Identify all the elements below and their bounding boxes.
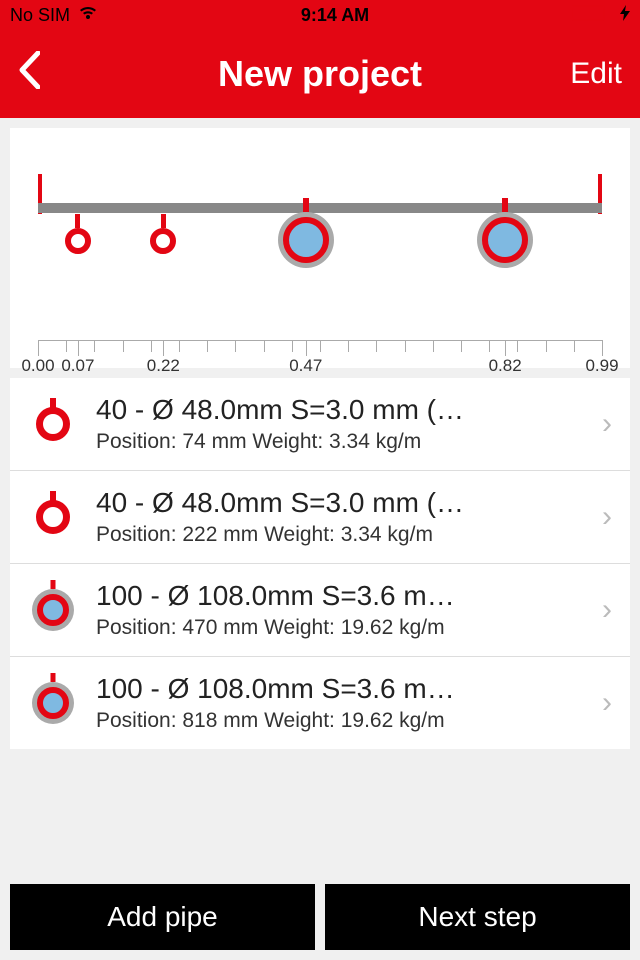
battery-icon — [572, 5, 612, 26]
axis-tick-major — [38, 340, 39, 356]
axis-tick — [517, 340, 518, 352]
add-pipe-button[interactable]: Add pipe — [10, 884, 315, 950]
chevron-right-icon: › — [602, 407, 612, 441]
pipe-stem — [161, 214, 166, 228]
status-bar: No SIM 9:14 AM — [0, 0, 640, 30]
pipe-stem — [303, 198, 309, 212]
charging-icon — [620, 5, 630, 26]
pipe-stem — [75, 214, 80, 228]
next-step-button[interactable]: Next step — [325, 884, 630, 950]
axis-tick — [207, 340, 208, 352]
navbar: New project Edit — [0, 30, 640, 118]
pipe-marker[interactable] — [65, 214, 91, 254]
pipe-list: 40 - Ø 48.0mm S=3.0 mm (… Position: 74 mm… — [10, 378, 630, 749]
chevron-right-icon: › — [602, 593, 612, 627]
axis-tick — [94, 340, 95, 352]
axis-tick — [574, 340, 575, 352]
chevron-right-icon: › — [602, 686, 612, 720]
pipe-row-title: 40 - Ø 48.0mm S=3.0 mm (… — [96, 394, 592, 426]
bottom-bar: Add pipe Next step — [0, 874, 640, 960]
axis-tick — [151, 340, 152, 352]
pipe-stem — [502, 198, 508, 212]
axis-tick — [405, 340, 406, 352]
pipe-small-icon — [28, 500, 78, 534]
pipe-marker[interactable] — [278, 198, 334, 268]
axis-tick — [235, 340, 236, 352]
axis-tick-label: 0.07 — [61, 356, 94, 376]
pipe-row-subtitle: Position: 74 mm Weight: 3.34 kg/m — [96, 430, 592, 454]
pipe-row[interactable]: 40 - Ø 48.0mm S=3.0 mm (… Position: 74 mm… — [10, 378, 630, 471]
axis-tick — [66, 340, 67, 352]
axis-tick-major — [505, 340, 506, 356]
wifi-icon — [78, 5, 98, 26]
pipe-row-subtitle: Position: 818 mm Weight: 19.62 kg/m — [96, 709, 592, 733]
axis-tick — [546, 340, 547, 352]
clock-label: 9:14 AM — [301, 5, 369, 26]
pipe-row-title: 100 - Ø 108.0mm S=3.6 m… — [96, 673, 592, 705]
pipe-row[interactable]: 100 - Ø 108.0mm S=3.6 m… Position: 470 mm… — [10, 564, 630, 657]
axis-tick — [264, 340, 265, 352]
axis-tick — [348, 340, 349, 352]
pipe-row-text: 100 - Ø 108.0mm S=3.6 m… Position: 470 mm… — [96, 580, 592, 640]
axis-tick-major — [78, 340, 79, 356]
back-button[interactable] — [18, 51, 40, 97]
axis-tick — [376, 340, 377, 352]
pipe-marker[interactable] — [150, 214, 176, 254]
axis-tick — [320, 340, 321, 352]
page-title: New project — [0, 53, 640, 95]
pipe-row[interactable]: 40 - Ø 48.0mm S=3.0 mm (… Position: 222 m… — [10, 471, 630, 564]
axis-tick-major — [602, 340, 603, 356]
pipe-large-icon — [28, 682, 78, 724]
axis-tick — [179, 340, 180, 352]
pipe-row-subtitle: Position: 222 mm Weight: 3.34 kg/m — [96, 523, 592, 547]
carrier-label: No SIM — [10, 5, 70, 26]
pipe-large-icon — [28, 589, 78, 631]
pipe-row[interactable]: 100 - Ø 108.0mm S=3.6 m… Position: 818 mm… — [10, 657, 630, 749]
chevron-right-icon: › — [602, 500, 612, 534]
edit-button[interactable]: Edit — [570, 57, 622, 91]
pipe-position-chart: 0.000.070.220.470.820.99 — [10, 128, 630, 368]
pipe-ring — [283, 217, 329, 263]
pipe-ring — [150, 228, 176, 254]
pipe-marker[interactable] — [477, 198, 533, 268]
pipe-ring-outer — [477, 212, 533, 268]
pipe-row-text: 40 - Ø 48.0mm S=3.0 mm (… Position: 222 m… — [96, 487, 592, 547]
pipe-row-title: 100 - Ø 108.0mm S=3.6 m… — [96, 580, 592, 612]
pipe-row-text: 40 - Ø 48.0mm S=3.0 mm (… Position: 74 mm… — [96, 394, 592, 454]
axis-tick — [123, 340, 124, 352]
axis-tick-label: 0.99 — [585, 356, 618, 376]
axis-tick — [433, 340, 434, 352]
axis-tick-label: 0.47 — [289, 356, 322, 376]
axis-tick-major — [306, 340, 307, 356]
pipe-row-text: 100 - Ø 108.0mm S=3.6 m… Position: 818 mm… — [96, 673, 592, 733]
axis-tick — [461, 340, 462, 352]
pipe-ring — [65, 228, 91, 254]
axis-tick-major — [163, 340, 164, 356]
pipe-ring-outer — [278, 212, 334, 268]
pipe-ring — [482, 217, 528, 263]
axis-tick — [292, 340, 293, 352]
axis-tick — [489, 340, 490, 352]
axis-tick-label: 0.00 — [21, 356, 54, 376]
pipe-row-title: 40 - Ø 48.0mm S=3.0 mm (… — [96, 487, 592, 519]
axis-tick-label: 0.22 — [147, 356, 180, 376]
pipe-small-icon — [28, 407, 78, 441]
pipe-row-subtitle: Position: 470 mm Weight: 19.62 kg/m — [96, 616, 592, 640]
axis-tick-label: 0.82 — [489, 356, 522, 376]
